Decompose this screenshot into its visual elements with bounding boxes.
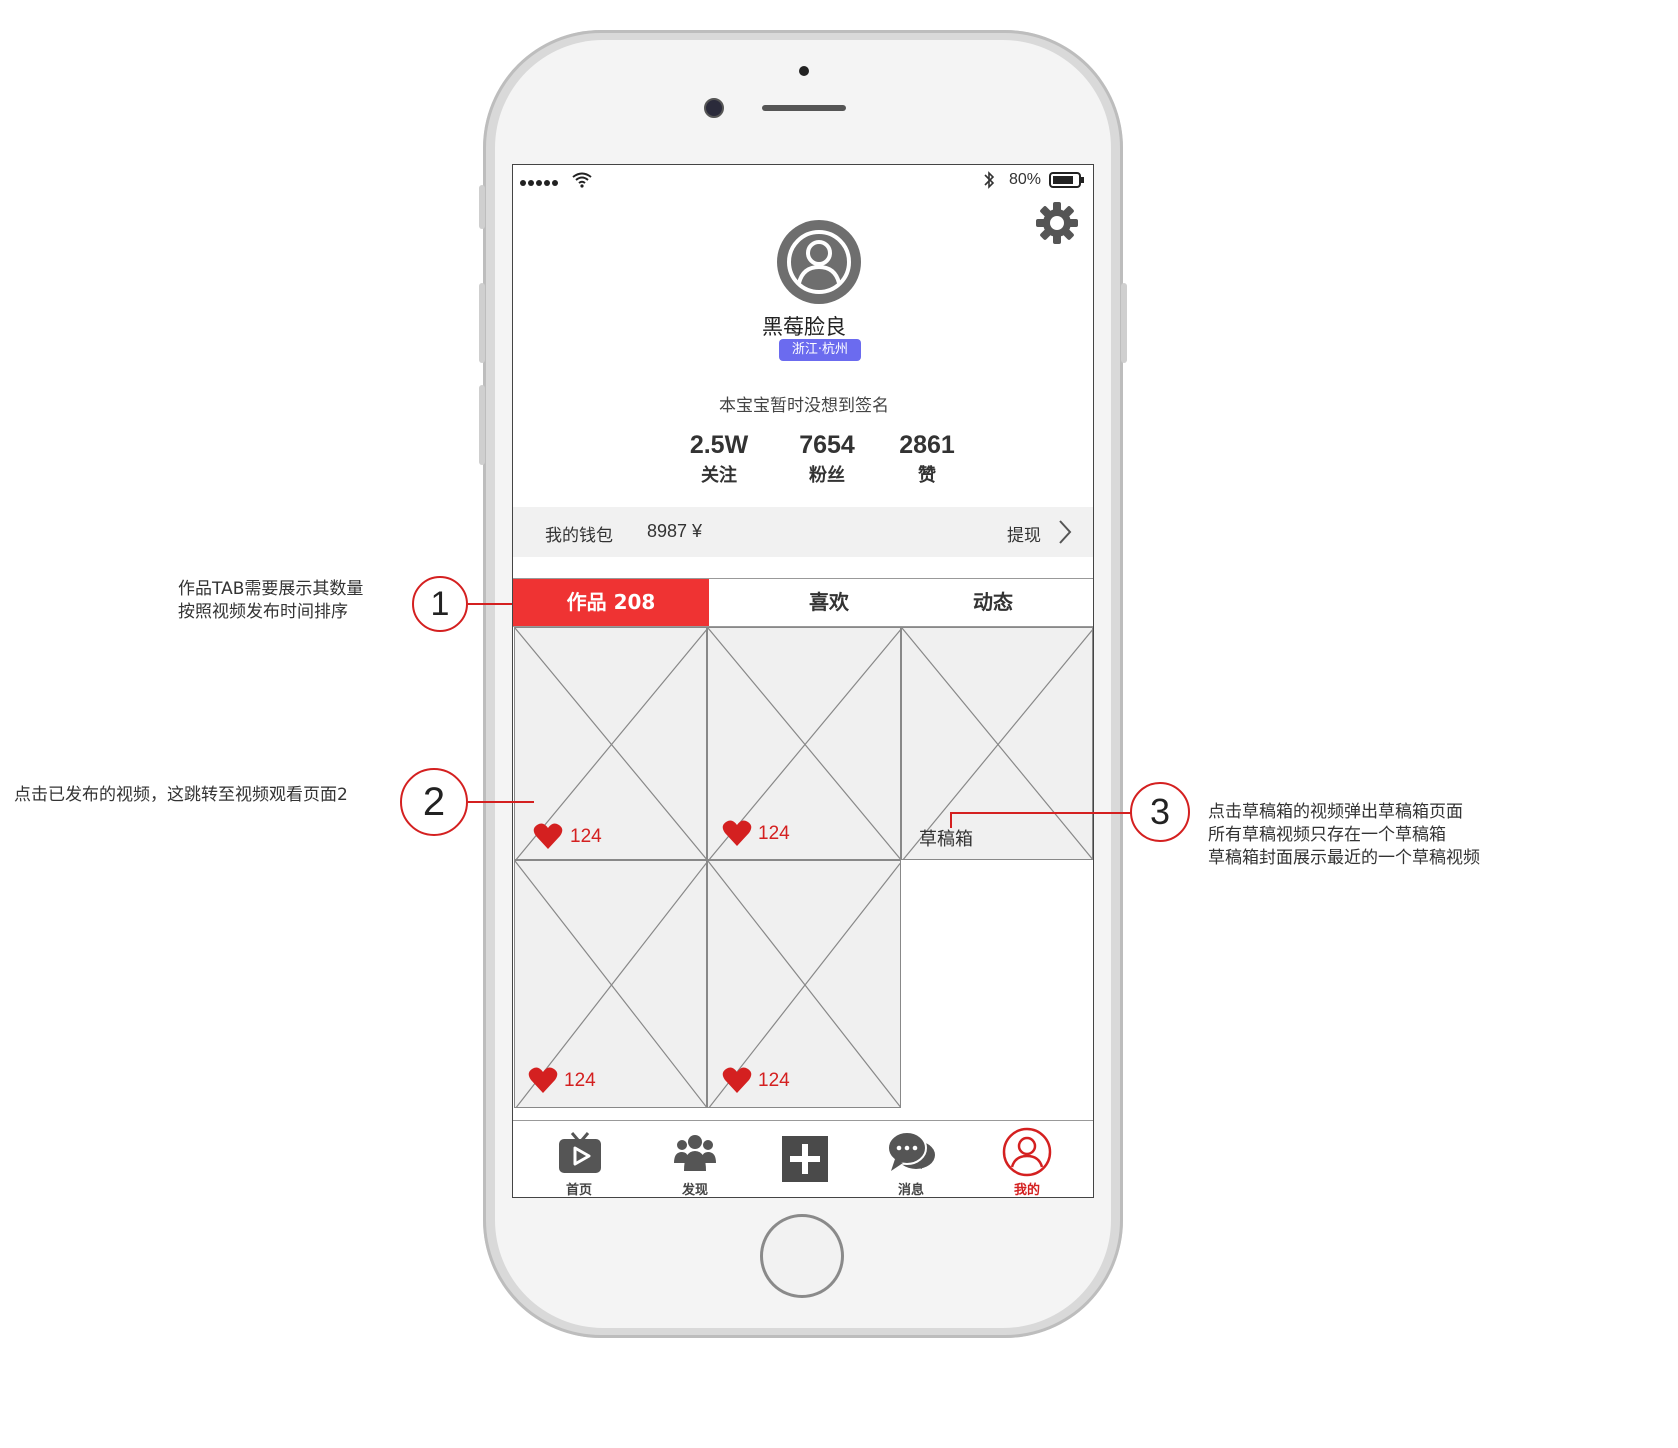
tv-play-icon bbox=[559, 1132, 601, 1173]
battery-icon bbox=[1049, 172, 1085, 192]
gear-icon[interactable] bbox=[1035, 201, 1079, 249]
stat-likes-value[interactable]: 2861 bbox=[877, 431, 977, 460]
nav-item-me[interactable]: 我的 bbox=[997, 1121, 1057, 1198]
stat-fans-label: 粉丝 bbox=[809, 465, 845, 486]
nav-label-messages: 消息 bbox=[897, 1183, 924, 1198]
draft-box-thumbnail[interactable]: 草稿箱 bbox=[901, 627, 1093, 860]
annotation-2-text: 点击已发布的视频，这跳转至视频观看页面2 bbox=[14, 785, 348, 805]
video-thumbnail[interactable]: 124 bbox=[514, 627, 707, 860]
annotation-1-marker: 1 bbox=[412, 576, 468, 632]
like-count: 124 bbox=[758, 1070, 790, 1091]
mute-switch bbox=[479, 185, 485, 229]
tab-works[interactable]: 作品 208 bbox=[513, 579, 709, 626]
wallet-label: 我的钱包 bbox=[545, 526, 613, 546]
withdraw-link[interactable]: 提现 bbox=[1007, 521, 1041, 546]
wallet-bar[interactable]: 我的钱包 8987 ¥ 提现 bbox=[513, 507, 1093, 557]
like-count: 124 bbox=[758, 823, 790, 844]
stat-fans-value[interactable]: 7654 bbox=[777, 431, 877, 460]
content-tabs: 作品 208 喜欢 动态 bbox=[513, 578, 1093, 627]
heart-icon bbox=[722, 1067, 752, 1093]
annotation-2-marker: 2 bbox=[400, 768, 468, 836]
video-thumbnail[interactable]: 124 bbox=[707, 860, 901, 1108]
annotation-3-connector-tick bbox=[950, 812, 952, 828]
stat-following-label: 关注 bbox=[701, 465, 737, 486]
people-icon bbox=[674, 1135, 716, 1171]
annotation-1-line: 按照视频发布时间排序 bbox=[178, 602, 348, 622]
stat-following-value[interactable]: 2.5W bbox=[669, 431, 769, 460]
avatar[interactable] bbox=[777, 220, 861, 304]
volume-down-button bbox=[479, 385, 485, 465]
location-badge: 浙江·杭州 bbox=[779, 339, 861, 361]
heart-icon bbox=[533, 823, 563, 849]
app-screen: 80% 黑莓脸良 浙江·杭州 本宝宝暂时没想到签名 2.5W 关注 7654 粉… bbox=[512, 164, 1094, 1198]
nav-label-home: 首页 bbox=[565, 1183, 592, 1198]
power-button bbox=[1121, 283, 1127, 363]
nav-item-publish[interactable] bbox=[781, 1135, 829, 1183]
annotation-1-text: 作品TAB需要展示其数量 按照视频发布时间排序 bbox=[178, 578, 363, 624]
volume-up-button bbox=[479, 283, 485, 363]
video-thumbnail[interactable]: 124 bbox=[514, 860, 707, 1108]
front-camera bbox=[704, 98, 724, 118]
bottom-nav: 首页 发现 消息 我的 bbox=[513, 1120, 1093, 1198]
home-button[interactable] bbox=[760, 1214, 844, 1298]
bluetooth-icon bbox=[983, 170, 995, 194]
nav-item-messages[interactable]: 消息 bbox=[881, 1121, 941, 1198]
chevron-right-icon[interactable] bbox=[1057, 519, 1073, 549]
tab-activity[interactable]: 动态 bbox=[933, 579, 1053, 626]
front-sensor bbox=[799, 66, 809, 76]
plus-icon bbox=[782, 1136, 828, 1182]
nav-label-discover: 发现 bbox=[681, 1183, 708, 1198]
signal-icon bbox=[519, 175, 571, 194]
like-count: 124 bbox=[570, 826, 602, 847]
stat-likes-label: 赞 bbox=[918, 465, 936, 486]
annotation-2-connector bbox=[468, 801, 534, 803]
earpiece-speaker bbox=[762, 105, 846, 111]
wifi-icon bbox=[571, 171, 593, 193]
annotation-3-line: 草稿箱封面展示最近的一个草稿视频 bbox=[1208, 848, 1480, 868]
annotation-1-line: 作品TAB需要展示其数量 bbox=[178, 579, 364, 599]
nav-item-home[interactable]: 首页 bbox=[549, 1121, 609, 1198]
wallet-amount: 8987 ¥ bbox=[647, 521, 703, 541]
annotation-3-marker: 3 bbox=[1130, 782, 1190, 842]
chat-bubble-icon bbox=[887, 1131, 935, 1171]
annotation-3-line: 点击草稿箱的视频弹出草稿箱页面 bbox=[1208, 802, 1463, 822]
annotation-1-connector bbox=[468, 603, 512, 605]
video-thumbnail[interactable]: 124 bbox=[707, 627, 901, 860]
heart-icon bbox=[528, 1067, 558, 1093]
battery-percent: 80% bbox=[1009, 171, 1042, 188]
user-circle-icon bbox=[1002, 1127, 1052, 1177]
nav-item-discover[interactable]: 发现 bbox=[665, 1121, 725, 1198]
user-name: 黑莓脸良 bbox=[762, 315, 846, 339]
annotation-3-line: 所有草稿视频只存在一个草稿箱 bbox=[1208, 825, 1446, 845]
like-count: 124 bbox=[564, 1070, 596, 1091]
user-icon bbox=[787, 230, 851, 294]
annotation-3-text: 点击草稿箱的视频弹出草稿箱页面 所有草稿视频只存在一个草稿箱 草稿箱封面展示最近… bbox=[1208, 801, 1480, 870]
annotation-3-connector bbox=[950, 812, 1132, 814]
tab-likes[interactable]: 喜欢 bbox=[769, 579, 889, 626]
draft-box-label: 草稿箱 bbox=[919, 829, 973, 850]
signature: 本宝宝暂时没想到签名 bbox=[719, 396, 889, 416]
heart-icon bbox=[722, 820, 752, 846]
nav-label-me: 我的 bbox=[1013, 1183, 1040, 1198]
